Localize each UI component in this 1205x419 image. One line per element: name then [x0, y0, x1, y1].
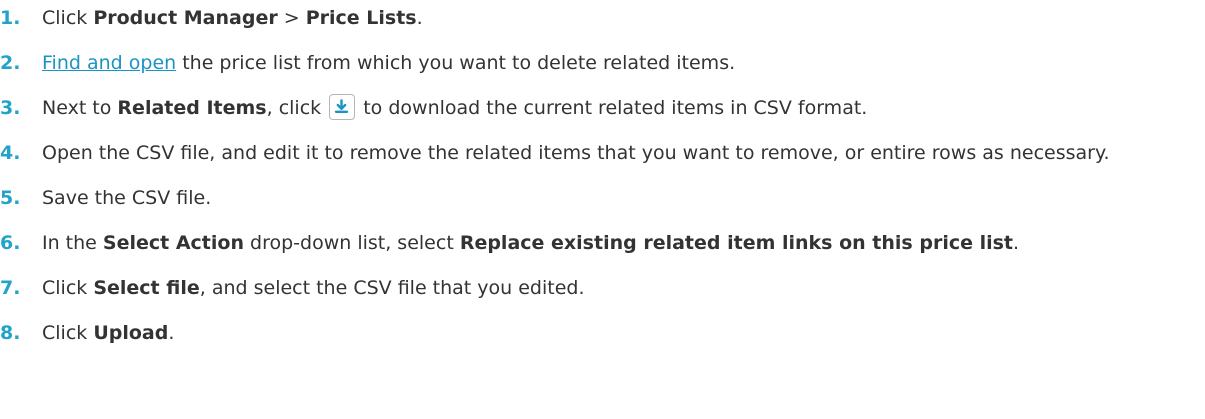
step-8: 8. Click Upload. [0, 317, 1205, 350]
procedure-steps: 1. Click Product Manager > Price Lists. … [0, 2, 1205, 350]
step-number: 8. [0, 322, 21, 344]
step-text: > [277, 7, 306, 29]
step-text: , click [266, 97, 328, 119]
step-text: Click [42, 277, 94, 299]
upload-label: Upload [93, 322, 169, 344]
step-text: In the [42, 232, 103, 254]
find-and-open-link[interactable]: Find and open [42, 52, 176, 74]
step-text: , and select the CSV file that you edite… [199, 277, 585, 299]
step-text: drop-down list, select [243, 232, 460, 254]
step-3: 3. Next to Related Items, click to downl… [0, 92, 1205, 125]
step-4: 4. Open the CSV file, and edit it to rem… [0, 137, 1205, 170]
step-text: . [416, 7, 423, 29]
related-items-label: Related Items [117, 97, 267, 119]
step-7: 7. Click Select file, and select the CSV… [0, 272, 1205, 305]
step-text: Click [42, 322, 94, 344]
step-number: 4. [0, 142, 21, 164]
step-text: to download the current related items in… [357, 97, 868, 119]
step-number: 5. [0, 187, 21, 209]
step-number: 1. [0, 7, 21, 29]
step-5: 5. Save the CSV file. [0, 182, 1205, 215]
step-number: 3. [0, 97, 21, 119]
menu-price-lists: Price Lists [305, 7, 417, 29]
step-6: 6. In the Select Action drop-down list, … [0, 227, 1205, 260]
step-2: 2. Find and open the price list from whi… [0, 47, 1205, 80]
download-button[interactable] [329, 94, 356, 120]
step-1: 1. Click Product Manager > Price Lists. [0, 2, 1205, 35]
step-text: the price list from which you want to de… [176, 52, 736, 74]
step-number: 6. [0, 232, 21, 254]
download-icon [333, 98, 351, 115]
replace-option-label: Replace existing related item links on t… [459, 232, 1014, 254]
step-number: 2. [0, 52, 21, 74]
select-action-label: Select Action [102, 232, 244, 254]
step-text: . [1013, 232, 1020, 254]
menu-product-manager: Product Manager [93, 7, 278, 29]
step-number: 7. [0, 277, 21, 299]
step-text: Save the CSV file. [42, 187, 212, 209]
step-text: Open the CSV file, and edit it to remove… [42, 142, 1110, 164]
select-file-label: Select file [93, 277, 200, 299]
step-text: Click [42, 7, 94, 29]
step-text: Next to [42, 97, 118, 119]
step-text: . [168, 322, 175, 344]
